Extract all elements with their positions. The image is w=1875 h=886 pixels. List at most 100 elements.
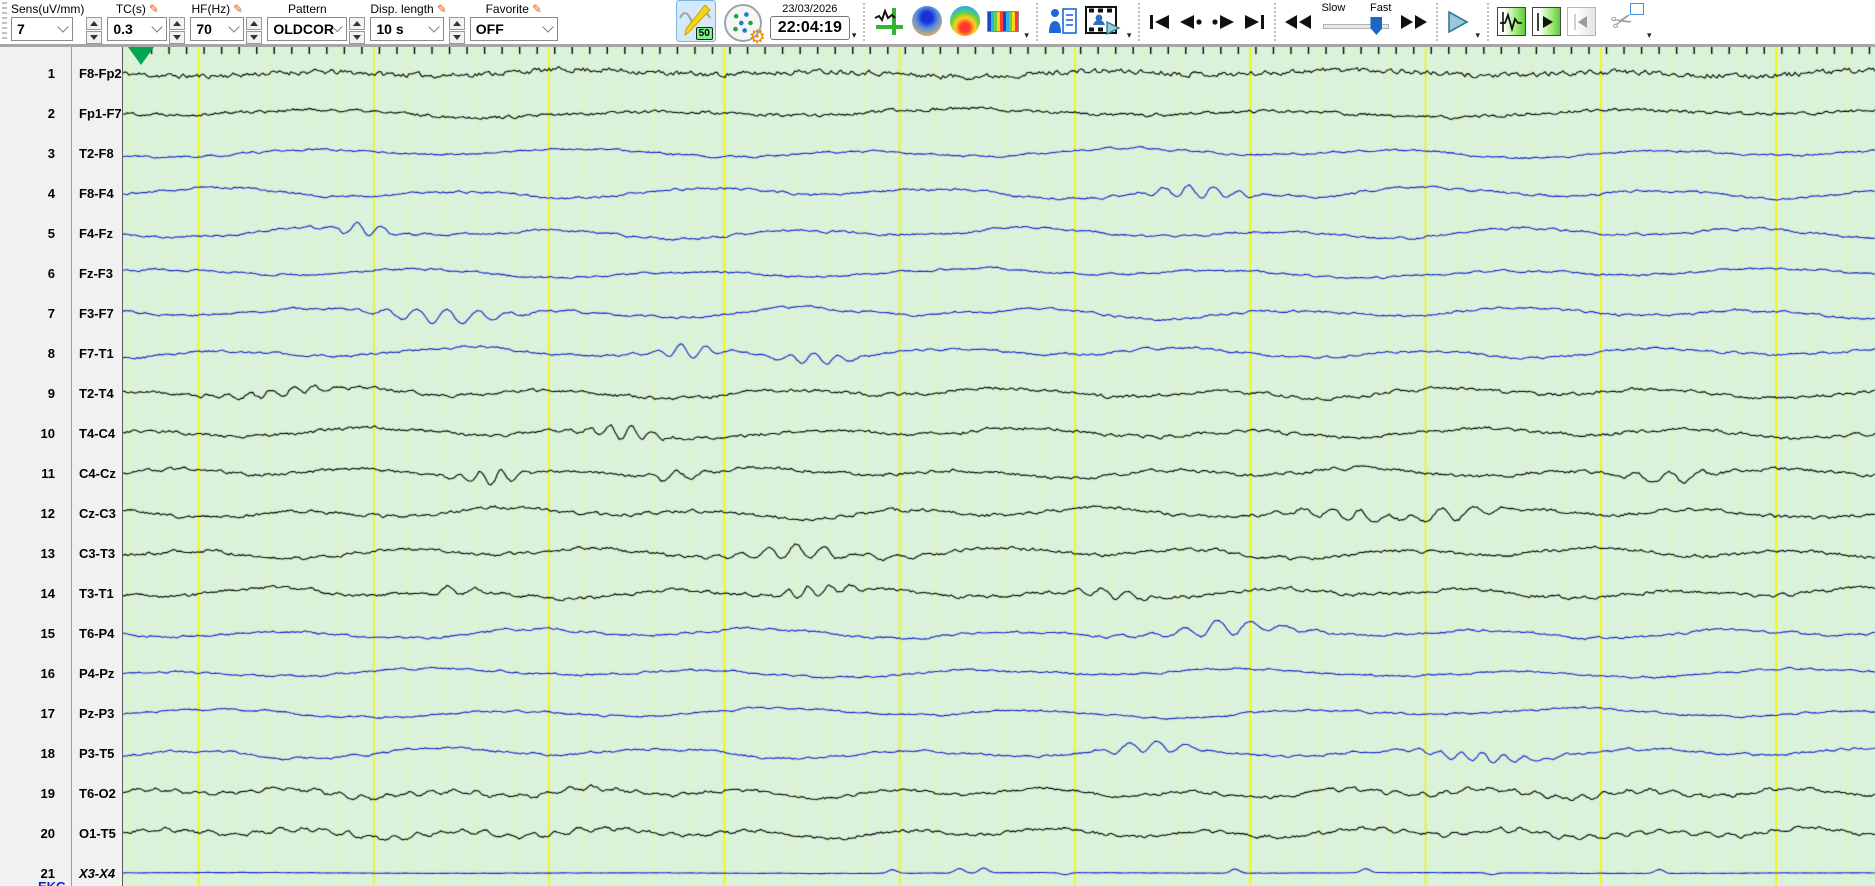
channel-row[interactable]: 8 F7-T1 [0, 343, 122, 363]
hf-group: HF(Hz) ✎ 70 [190, 1, 245, 41]
patient-list-icon [1048, 8, 1077, 34]
channel-row[interactable]: 17 Pz-P3 [0, 703, 122, 723]
clip-dropdown-arrow[interactable]: ▾ [1647, 30, 1652, 41]
channel-label: F7-T1 [79, 345, 114, 361]
channel-label: T6-P4 [79, 625, 115, 641]
channel-row[interactable]: 9 T2-T4 [0, 383, 122, 403]
spin-up-button[interactable] [349, 17, 366, 30]
channel-row[interactable]: 3 T2-F8 [0, 143, 122, 163]
patient-info-button[interactable] [1046, 5, 1078, 37]
pattern-spinner [349, 17, 366, 44]
auto-advance-button[interactable] [1531, 7, 1561, 36]
event-marker-button[interactable] [873, 5, 905, 37]
channel-row[interactable]: 13 C3-T3 [0, 543, 122, 563]
partial-channel-label: EKG [38, 879, 66, 886]
channel-row[interactable]: 16 P4-Pz [0, 663, 122, 683]
toolbar-separator [1035, 3, 1038, 41]
spin-up-button[interactable] [169, 17, 186, 30]
play-dropdown-arrow[interactable]: ▾ [1475, 30, 1480, 41]
time-text: 22:04:19 [769, 16, 850, 40]
fast-forward-button[interactable] [1397, 2, 1431, 42]
video-playback-button[interactable] [1084, 5, 1122, 37]
waveform-review-button[interactable] [1496, 7, 1526, 36]
tc-spinner [169, 17, 186, 44]
channel-label: C4-Cz [79, 465, 116, 481]
tc-label: TC(s) [115, 2, 146, 16]
channel-number: 17 [40, 705, 55, 721]
maps-dropdown-arrow[interactable]: ▾ [1024, 30, 1029, 41]
sensitivity-combo[interactable]: 7 [11, 17, 73, 41]
datetime-display[interactable]: 23/03/2026 22:04:19 [769, 2, 850, 40]
head-map-icon [912, 6, 943, 36]
step-back-button[interactable] [1175, 2, 1207, 42]
channel-row[interactable]: 7 F3-F7 [0, 303, 122, 323]
step-forward-button[interactable] [1207, 2, 1239, 42]
favorite-label: Favorite [485, 2, 529, 16]
page-position-marker[interactable] [128, 47, 154, 65]
channel-label: T2-F8 [79, 145, 114, 161]
eeg-plot-canvas[interactable] [123, 47, 1875, 886]
channel-number: 5 [47, 225, 55, 241]
pattern-label: Pattern [288, 2, 327, 16]
spin-down-button[interactable] [169, 31, 186, 44]
spin-up-button[interactable] [246, 17, 263, 30]
rewind-button[interactable] [1281, 2, 1315, 42]
edit-pencil-icon[interactable]: ✎ [437, 3, 447, 15]
spin-up-button[interactable] [448, 17, 465, 30]
channel-label: T2-T4 [79, 385, 114, 401]
favorite-combo[interactable]: OFF [469, 17, 558, 41]
channel-row[interactable]: 11 C4-Cz [0, 463, 122, 483]
datetime-dropdown-arrow[interactable]: ▾ [852, 30, 857, 41]
electrode-settings-button[interactable]: ⚙ [723, 4, 766, 47]
play-button[interactable] [1443, 2, 1473, 42]
video-clip-button[interactable]: ✂ [1602, 3, 1644, 38]
channel-row[interactable]: 18 P3-T5 [0, 743, 122, 763]
spin-down-button[interactable] [246, 31, 263, 44]
channel-label: T3-T1 [79, 585, 114, 601]
date-text: 23/03/2026 [782, 3, 838, 15]
tc-combo[interactable]: 0.3 [107, 17, 168, 41]
channel-row[interactable]: 20 O1-T5 [0, 823, 122, 843]
hf-combo[interactable]: 70 [190, 17, 245, 41]
spin-up-button[interactable] [86, 17, 103, 30]
toolbar-grip-handle[interactable] [2, 2, 7, 42]
channel-row[interactable]: 4 F8-F4 [0, 183, 122, 203]
eeg-plot-area [122, 47, 1875, 886]
topography-map-button[interactable] [949, 5, 981, 37]
spin-down-button[interactable] [448, 31, 465, 44]
channel-number: 18 [40, 745, 55, 761]
channel-label: Fp1-F7 [79, 105, 122, 121]
gear-icon: ⚙ [748, 27, 766, 48]
edit-pencil-icon[interactable]: ✎ [233, 3, 243, 15]
eeg-viewer-window: Sens(uV/mm) 7 TC(s) ✎ 0.3 HF(Hz) ✎ 70 Pa… [0, 0, 1875, 886]
channel-row[interactable]: 1 F8-Fp2 [0, 63, 122, 83]
display-length-spinner [448, 17, 465, 44]
slider-fast-label: Fast [1370, 2, 1392, 14]
spin-down-button[interactable] [86, 31, 103, 44]
dsa-trend-button[interactable] [987, 5, 1020, 37]
video-dropdown-arrow[interactable]: ▾ [1127, 30, 1132, 41]
channel-row[interactable]: 10 T4-C4 [0, 423, 122, 443]
pattern-combo[interactable]: OLDCOR [267, 17, 348, 41]
channel-number: 9 [47, 385, 55, 401]
toolbar-separator [863, 3, 866, 41]
edit-pencil-icon[interactable]: ✎ [149, 3, 159, 15]
channel-row[interactable]: 12 Cz-C3 [0, 503, 122, 523]
channel-row[interactable]: 2 Fp1-F7 [0, 103, 122, 123]
slider-handle[interactable] [1370, 17, 1383, 35]
skip-to-last-button[interactable] [1239, 2, 1269, 42]
notch-filter-button[interactable]: 50 [675, 0, 716, 42]
video-film-icon [1084, 6, 1121, 36]
channel-row[interactable]: 15 T6-P4 [0, 623, 122, 643]
channel-number: 10 [40, 425, 55, 441]
channel-row[interactable]: 6 Fz-F3 [0, 263, 122, 283]
spin-down-button[interactable] [349, 31, 366, 44]
channel-row[interactable]: 14 T3-T1 [0, 583, 122, 603]
page-back-button-disabled[interactable] [1566, 7, 1596, 36]
brain-map-button[interactable] [911, 5, 943, 37]
channel-row[interactable]: 5 F4-Fz [0, 223, 122, 243]
channel-row[interactable]: 19 T6-O2 [0, 783, 122, 803]
skip-to-first-button[interactable] [1145, 2, 1175, 42]
edit-pencil-icon[interactable]: ✎ [532, 3, 542, 15]
display-length-combo[interactable]: 10 s [370, 17, 445, 41]
